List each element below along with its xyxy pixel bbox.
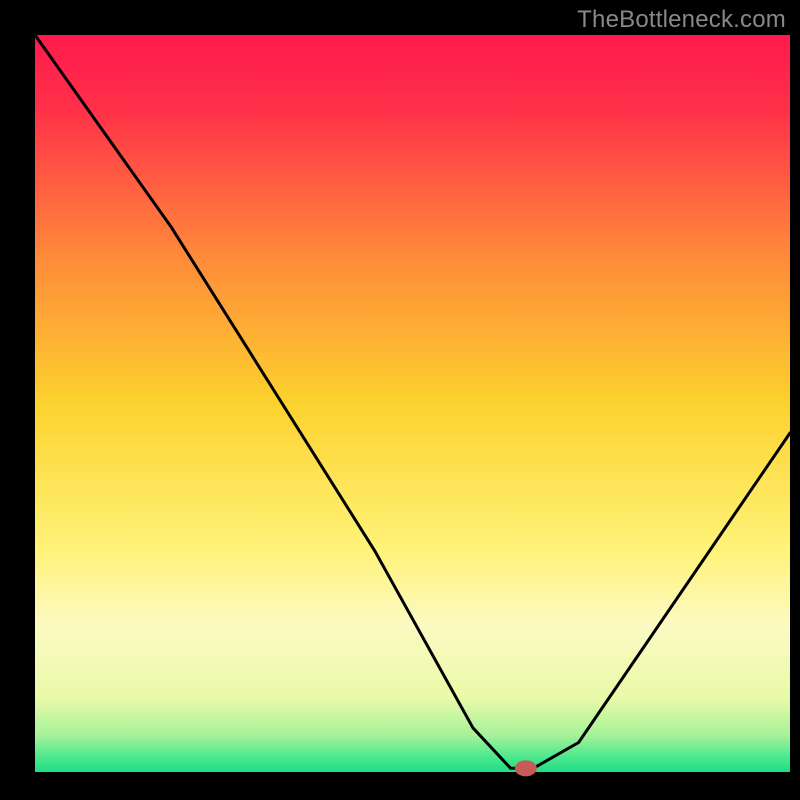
minimum-marker: [515, 760, 537, 776]
bottleneck-chart: [0, 0, 800, 800]
plot-background: [35, 35, 790, 772]
watermark-label: TheBottleneck.com: [577, 6, 786, 34]
chart-container: TheBottleneck.com: [0, 0, 800, 800]
